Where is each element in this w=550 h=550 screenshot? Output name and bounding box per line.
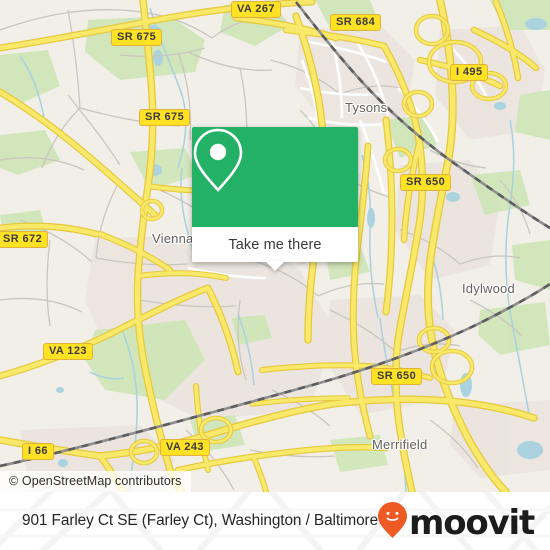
place-label-merrifield: Merrifield <box>372 437 428 452</box>
take-me-there-button[interactable]: Take me there <box>192 227 358 271</box>
road-shield-va-267: VA 267 <box>231 1 281 18</box>
card-pointer-tip <box>265 261 285 271</box>
road-shield-sr-650-north: SR 650 <box>400 174 452 191</box>
moovit-logo: moovit <box>377 501 535 544</box>
location-info-card[interactable]: Take me there <box>192 127 358 271</box>
place-label-vienna: Vienna <box>152 231 194 246</box>
osm-attribution[interactable]: © OpenStreetMap contributors <box>0 471 191 492</box>
map-canvas[interactable]: Tysons Vienna Idylwood Merrifield VA 267… <box>0 0 550 492</box>
place-label-idylwood: Idylwood <box>462 281 515 296</box>
bottom-info-bar: 901 Farley Ct SE (Farley Ct), Washington… <box>0 492 550 550</box>
moovit-wordmark: moovit <box>408 502 535 543</box>
card-pin-panel <box>192 127 358 227</box>
moovit-pin-icon <box>377 501 408 544</box>
road-shield-sr-650-south: SR 650 <box>371 368 423 385</box>
take-me-there-label: Take me there <box>228 236 322 253</box>
address-label: 901 Farley Ct SE (Farley Ct), Washington… <box>22 512 379 529</box>
road-shield-i-66: I 66 <box>22 443 54 460</box>
place-label-tysons: Tysons <box>345 100 388 115</box>
road-shield-sr-684: SR 684 <box>330 14 382 31</box>
road-shield-i-495: I 495 <box>450 64 489 81</box>
road-shield-sr-675-south: SR 675 <box>139 109 191 126</box>
road-shield-va-123: VA 123 <box>43 343 93 360</box>
road-shield-va-243: VA 243 <box>160 439 210 456</box>
road-shield-sr-672: SR 672 <box>0 231 49 248</box>
moovit-map-screenshot: Tysons Vienna Idylwood Merrifield VA 267… <box>0 0 550 550</box>
road-shield-sr-675-north: SR 675 <box>111 29 163 46</box>
